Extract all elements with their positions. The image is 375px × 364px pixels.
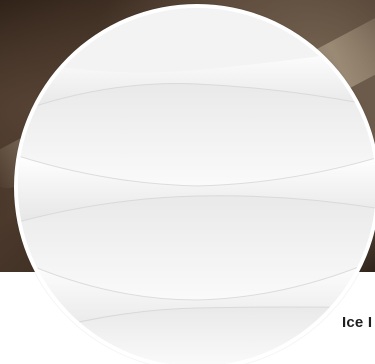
wave-pattern-image xyxy=(18,8,375,364)
avatar-image xyxy=(18,8,375,364)
profile-header: Ice I xyxy=(0,0,375,364)
profile-name: Ice I xyxy=(342,314,373,331)
profile-avatar[interactable] xyxy=(14,4,375,364)
